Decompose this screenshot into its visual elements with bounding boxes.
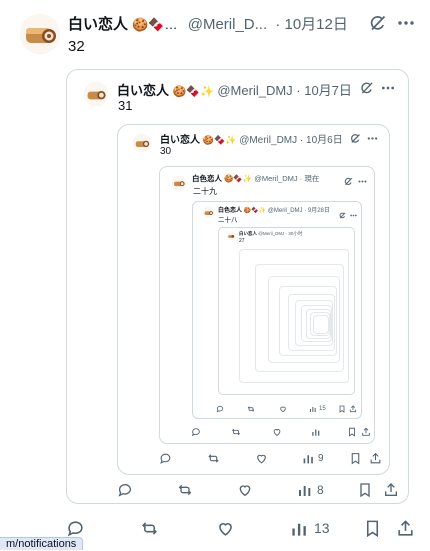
cookie-roll-avatar-icon (227, 232, 235, 240)
bookmark-icon[interactable] (363, 519, 382, 538)
quote-text: 二十九 (193, 187, 217, 196)
tweet-date[interactable]: · 10月12日 (275, 16, 348, 33)
grok-icon[interactable] (369, 14, 387, 32)
views-count: 8 (317, 482, 324, 497)
reply-icon[interactable] (159, 452, 172, 465)
views-icon[interactable]: 13 (290, 519, 330, 538)
display-name[interactable]: 白い恋人 (160, 135, 200, 146)
share-icon[interactable] (396, 519, 415, 538)
reply-icon[interactable] (191, 427, 201, 437)
reply-icon[interactable] (117, 482, 133, 498)
bookmark-icon[interactable] (357, 482, 373, 498)
name-emoji: 🍪🍫✨ (243, 208, 267, 214)
quote1-actions: 8 (117, 481, 399, 498)
avatar[interactable] (227, 232, 235, 240)
user-handle[interactable]: @Meril_DMJ · 現在 (254, 174, 319, 183)
share-icon[interactable] (369, 452, 382, 465)
display-name[interactable]: 白色恋人 (192, 174, 222, 183)
status-url-bar: m/notifications (0, 537, 84, 550)
more-options-icon[interactable] (367, 131, 378, 142)
avatar[interactable] (20, 14, 60, 54)
reply-icon[interactable] (66, 519, 85, 538)
name-emoji: 🍪🍫✨ (202, 135, 237, 145)
more-options-icon[interactable] (350, 206, 357, 217)
grok-icon[interactable] (350, 131, 361, 143)
share-icon[interactable] (349, 405, 357, 413)
tweet-actions: 13 (66, 517, 418, 539)
repost-icon[interactable] (140, 519, 159, 538)
reply-icon[interactable] (216, 405, 224, 413)
grok-icon[interactable] (339, 206, 346, 219)
quote-text: 30 (160, 146, 172, 157)
like-icon[interactable] (272, 427, 282, 437)
avatar[interactable] (172, 176, 186, 190)
tweet-text: 32 (68, 38, 85, 55)
quote-text: 二十八 (218, 217, 238, 224)
repost-icon[interactable] (177, 482, 193, 498)
avatar[interactable] (84, 82, 108, 106)
nested-quote-15[interactable] (313, 315, 329, 334)
views-icon[interactable]: 15 (309, 405, 326, 413)
user-handle[interactable]: @Meril_DMJ · 9月28日 (268, 208, 330, 214)
grok-icon[interactable] (344, 173, 353, 186)
quote-header: 白い恋人 🍪🍫✨ @Meril_DMJ · 10月7日 (117, 80, 357, 99)
views-icon[interactable] (311, 427, 321, 437)
views-icon[interactable]: 9 (302, 452, 324, 465)
avatar[interactable] (203, 207, 214, 218)
repost-icon[interactable] (247, 405, 255, 413)
display-name[interactable]: 白い恋人 (117, 83, 169, 98)
quote-header: 白い恋人 @Meril_DMJ · 30小时 (239, 231, 339, 237)
bookmark-icon[interactable] (347, 427, 357, 437)
quote4-actions: 15 (216, 404, 357, 414)
user-handle[interactable]: @Meril_DMJ · 30小时 (258, 231, 302, 236)
display-name[interactable]: 白い恋人 (239, 231, 257, 236)
quote-header: 白い恋人 🍪🍫✨ @Meril_DMJ · 10月6日 (160, 131, 360, 146)
like-icon[interactable] (216, 519, 235, 538)
quote-header: 白色恋人 🍪🍫✨ @Meril_DMJ · 9月28日 (218, 205, 338, 214)
user-handle[interactable]: @Meril_DMJ · 10月7日 (217, 83, 352, 98)
bookmark-icon[interactable] (349, 452, 362, 465)
share-icon[interactable] (361, 427, 371, 437)
user-handle[interactable]: @Meril_D... (188, 16, 267, 33)
repost-icon[interactable] (231, 427, 241, 437)
like-icon[interactable] (279, 405, 287, 413)
name-emoji: 🍪🍫✨ (224, 174, 253, 183)
views-count: 9 (318, 452, 324, 464)
like-icon[interactable] (255, 452, 268, 465)
views-count: 15 (319, 406, 326, 412)
like-icon[interactable] (237, 482, 253, 498)
views-icon[interactable]: 8 (297, 482, 324, 498)
avatar[interactable] (133, 134, 151, 152)
user-handle[interactable]: @Meril_DMJ · 10月6日 (239, 135, 343, 146)
more-options-icon[interactable] (381, 81, 395, 95)
bookmark-icon[interactable] (338, 405, 346, 413)
quote-text: 27 (239, 238, 245, 244)
cookie-roll-avatar-icon (20, 14, 60, 54)
share-icon[interactable] (383, 482, 399, 498)
name-emoji: 🍪🍫… (132, 17, 178, 32)
name-emoji: 🍪🍫✨ (172, 86, 214, 98)
more-options-icon[interactable] (358, 173, 367, 183)
display-name[interactable]: 白い恋人 (68, 16, 128, 33)
grok-icon[interactable] (360, 81, 374, 95)
cookie-roll-avatar-icon (84, 82, 108, 106)
quote3-actions (191, 426, 371, 438)
views-count: 13 (314, 520, 330, 536)
quote2-actions: 9 (159, 451, 385, 465)
cookie-roll-avatar-icon (133, 134, 151, 152)
cookie-roll-avatar-icon (203, 207, 214, 218)
more-options-icon[interactable] (397, 14, 415, 32)
quote-text: 31 (118, 98, 133, 113)
cookie-roll-avatar-icon (172, 176, 186, 190)
quote-header: 白色恋人 🍪🍫✨ @Meril_DMJ · 現在 (192, 173, 342, 184)
repost-icon[interactable] (207, 452, 220, 465)
